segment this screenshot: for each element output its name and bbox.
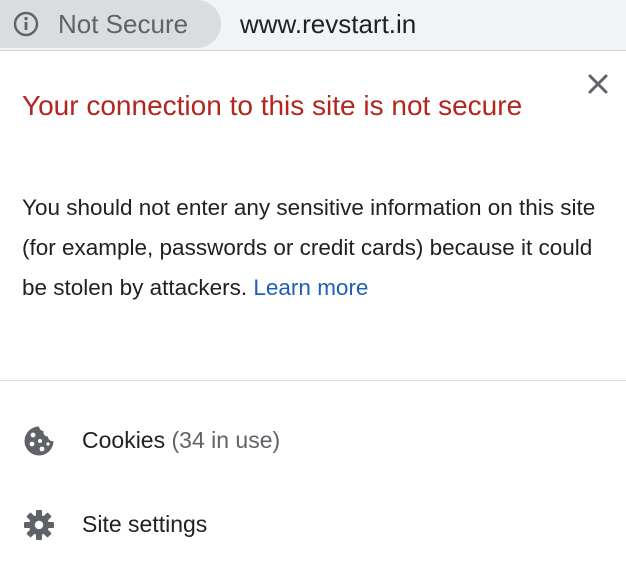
learn-more-link[interactable]: Learn more — [253, 275, 368, 300]
security-indicator-chip[interactable]: Not Secure — [0, 0, 221, 48]
security-label: Not Secure — [58, 9, 189, 39]
close-icon[interactable] — [584, 70, 612, 98]
cookies-row[interactable]: Cookies (34 in use) — [0, 408, 626, 472]
cookies-count: (34 in use) — [171, 427, 281, 453]
cookie-icon — [22, 424, 56, 458]
popup-title: Your connection to this site is not secu… — [22, 90, 523, 121]
cookies-label: Cookies — [82, 427, 166, 453]
site-settings-row[interactable]: Site settings — [0, 492, 626, 556]
popup-description: You should not enter any sensitive infor… — [22, 188, 597, 308]
gear-icon — [22, 508, 56, 542]
site-settings-label: Site settings — [82, 511, 208, 537]
cookies-label-group: Cookies (34 in use) — [82, 424, 280, 456]
url-text[interactable]: www.revstart.in — [240, 8, 416, 40]
address-bar: Not Secure www.revstart.in — [0, 0, 626, 51]
divider — [0, 380, 626, 381]
info-icon — [13, 11, 39, 37]
